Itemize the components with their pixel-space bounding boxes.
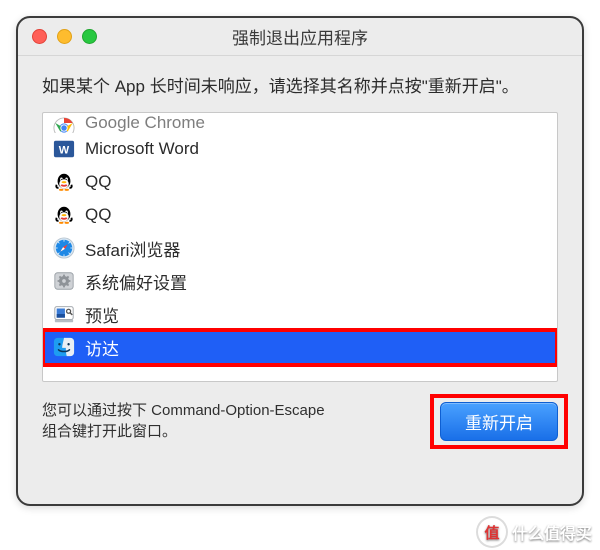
titlebar: 强制退出应用程序 xyxy=(18,18,582,56)
app-name: Google Chrome xyxy=(85,113,205,133)
list-item[interactable]: 访达 xyxy=(43,331,557,364)
instruction-text: 如果某个 App 长时间未响应，请选择其名称并点按"重新开启"。 xyxy=(42,74,558,100)
finder-icon xyxy=(53,336,75,358)
list-item[interactable]: W Microsoft Word xyxy=(43,133,557,166)
relaunch-button[interactable]: 重新开启 xyxy=(440,402,558,441)
svg-text:W: W xyxy=(59,145,70,157)
watermark-badge-icon: 值 xyxy=(478,518,506,546)
zoom-icon[interactable] xyxy=(82,29,97,44)
app-name: 系统偏好设置 xyxy=(85,269,187,294)
preview-icon xyxy=(53,303,75,325)
list-item[interactable]: 系统偏好设置 xyxy=(43,265,557,298)
app-list: Google Chrome W Microsoft Word QQ QQ Safari浏览… xyxy=(42,112,558,382)
app-name: 预览 xyxy=(85,302,119,327)
list-item[interactable]: QQ xyxy=(43,199,557,232)
minimize-icon[interactable] xyxy=(57,29,72,44)
force-quit-window: 强制退出应用程序 如果某个 App 长时间未响应，请选择其名称并点按"重新开启"… xyxy=(16,16,584,506)
watermark-text: 什么值得买 xyxy=(512,520,592,544)
window-title: 强制退出应用程序 xyxy=(18,24,582,49)
app-name: QQ xyxy=(85,172,111,192)
shortcut-hint: 您可以通过按下 Command-Option-Escape 组合键打开此窗口。 xyxy=(42,400,325,444)
app-name: Microsoft Word xyxy=(85,139,199,159)
app-name: 访达 xyxy=(85,335,119,360)
qq-icon xyxy=(53,204,75,226)
list-item[interactable]: Google Chrome xyxy=(43,113,557,133)
list-item[interactable]: QQ xyxy=(43,166,557,199)
word-icon: W xyxy=(53,138,75,160)
sysprefs-icon xyxy=(53,270,75,292)
close-icon[interactable] xyxy=(32,29,47,44)
app-name: QQ xyxy=(85,205,111,225)
list-item[interactable]: 预览 xyxy=(43,298,557,331)
watermark: 值 什么值得买 xyxy=(478,518,592,546)
safari-icon xyxy=(53,237,75,259)
qq-icon xyxy=(53,171,75,193)
app-name: Safari浏览器 xyxy=(85,236,180,261)
chrome-icon xyxy=(53,117,75,133)
list-item[interactable]: Safari浏览器 xyxy=(43,232,557,265)
